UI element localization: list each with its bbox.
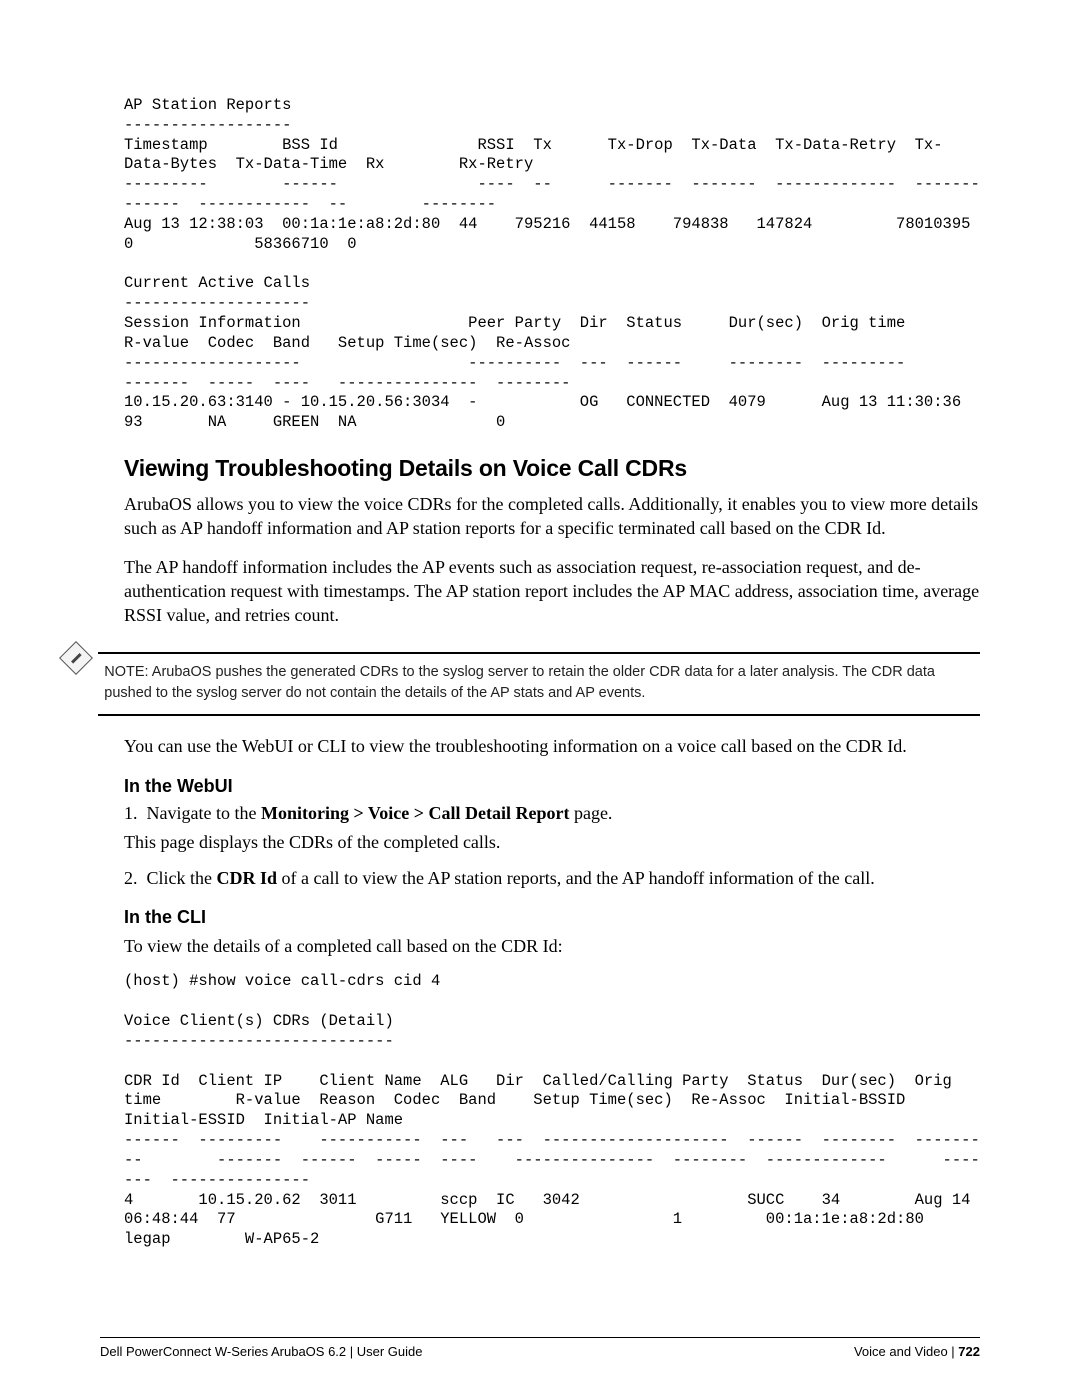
footer-section-label: Voice and Video: [854, 1344, 948, 1359]
list-item: 1. Navigate to the Monitoring > Voice > …: [124, 803, 980, 824]
step-text: of a call to view the AP station reports…: [277, 868, 875, 888]
note-icon: [59, 641, 93, 675]
note-icon-column: [54, 642, 98, 670]
step-text: page.: [569, 803, 612, 823]
paragraph: To view the details of a completed call …: [124, 934, 980, 958]
section-heading: Viewing Troubleshooting Details on Voice…: [124, 455, 980, 482]
page-footer: Dell PowerConnect W-Series ArubaOS 6.2 |…: [100, 1337, 980, 1359]
paragraph: You can use the WebUI or CLI to view the…: [124, 734, 980, 758]
subheading-webui: In the WebUI: [124, 776, 980, 797]
breadcrumb-path: Monitoring > Voice > Call Detail Report: [261, 803, 569, 823]
cdr-id-label: CDR Id: [217, 868, 278, 888]
step-text: Click the: [147, 868, 217, 888]
code-block-ap-reports: AP Station Reports ------------------ Ti…: [124, 96, 980, 433]
subheading-cli: In the CLI: [124, 907, 980, 928]
paragraph: This page displays the CDRs of the compl…: [124, 830, 980, 854]
list-number: 1.: [124, 803, 142, 824]
note-box: NOTE: ArubaOS pushes the generated CDRs …: [98, 652, 980, 716]
step-text: Navigate to the: [147, 803, 261, 823]
note-text: NOTE: ArubaOS pushes the generated CDRs …: [104, 662, 974, 704]
footer-right: Voice and Video | 722: [854, 1344, 980, 1359]
list-item: 2. Click the CDR Id of a call to view th…: [124, 868, 980, 889]
footer-left: Dell PowerConnect W-Series ArubaOS 6.2 |…: [100, 1344, 423, 1359]
code-block-cli-output: (host) #show voice call-cdrs cid 4 Voice…: [124, 972, 980, 1250]
page-number: 722: [958, 1344, 980, 1359]
paragraph: The AP handoff information includes the …: [124, 555, 980, 628]
footer-separator: |: [948, 1344, 959, 1359]
paragraph: ArubaOS allows you to view the voice CDR…: [124, 492, 980, 541]
list-number: 2.: [124, 868, 142, 889]
